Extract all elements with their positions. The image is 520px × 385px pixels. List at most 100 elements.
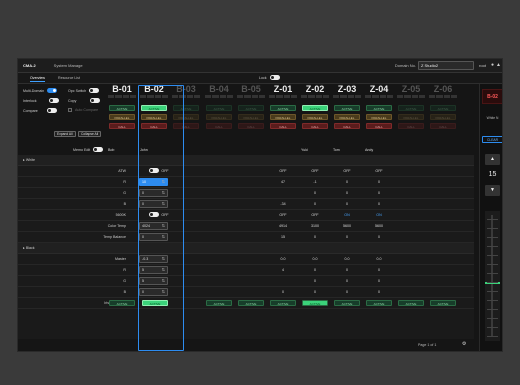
tab-resource-list[interactable]: Resource List (58, 76, 80, 80)
b02-active-button[interactable]: ACTIVE (142, 300, 168, 306)
channel-memo[interactable]: Yuki (301, 148, 308, 152)
parameter-grid: ▸ White ATW OFF OFF OFF OFF OFF R 10 ⇅ 47 -1 0 0 G 0 ⇅ 0… (18, 155, 474, 339)
b02-toggle-cell[interactable]: OFF (139, 212, 179, 217)
parallel-button[interactable]: PARALLEL (109, 114, 135, 120)
b02-value-input[interactable]: 5 ⇅ (139, 266, 168, 274)
active-button[interactable]: ACTIVE (366, 105, 392, 111)
bell-icon[interactable]: ▲ (496, 62, 501, 68)
opc-switch-toggle[interactable] (89, 88, 100, 93)
call-button[interactable]: CALL (398, 123, 424, 129)
active-button[interactable]: ACTIVE (430, 105, 456, 111)
channel-name[interactable]: B-03 (170, 84, 202, 95)
channel-name[interactable]: Z-03 (331, 84, 363, 95)
call-button[interactable]: CALL (206, 123, 232, 129)
auto-compare-checkbox[interactable] (68, 108, 72, 112)
call-button[interactable]: CALL (302, 123, 328, 129)
call-button[interactable]: CALL (334, 123, 360, 129)
b02-value-input[interactable]: 5 ⇅ (139, 277, 168, 285)
section-white[interactable]: ▸ White (18, 155, 474, 166)
active-button[interactable]: ACTIVE (302, 300, 328, 306)
channel-name[interactable]: B-02 (138, 84, 170, 95)
copy-toggle[interactable] (90, 98, 101, 103)
lock-toggle[interactable] (269, 75, 280, 80)
active-button[interactable]: ACTIVE (206, 105, 232, 111)
top-bar: CMA-2 System Manage Domain No. Z Studio2… (18, 59, 502, 73)
parallel-button[interactable]: PARALLEL (141, 114, 167, 120)
active-button[interactable]: ACTIVE (366, 300, 392, 306)
multi-domain-toggle[interactable] (47, 88, 58, 93)
down-arrow-button[interactable]: ▼ (485, 185, 500, 196)
up-arrow-button[interactable]: ▲ (485, 154, 500, 165)
copy-control: Copy (68, 98, 101, 103)
active-button[interactable]: ACTIVE (173, 105, 199, 111)
channel-memo[interactable]: Bob (108, 148, 114, 152)
fader[interactable] (485, 211, 500, 341)
channel-name[interactable]: B-01 (106, 84, 138, 95)
active-button[interactable]: ACTIVE (238, 105, 264, 111)
clear-button[interactable]: CLEAR (482, 136, 502, 143)
b02-value-input[interactable]: 0 ⇅ (139, 288, 168, 296)
active-button[interactable]: ACTIVE (334, 300, 360, 306)
active-button[interactable]: ACTIVE (141, 105, 167, 111)
active-button[interactable]: ACTIVE (109, 105, 135, 111)
active-button[interactable]: ACTIVE (302, 105, 328, 111)
param-label: ATW (118, 169, 126, 173)
active-button[interactable]: ACTIVE (270, 105, 296, 111)
active-button[interactable]: ACTIVE (334, 105, 360, 111)
channel-memo[interactable]: Andy (365, 148, 373, 152)
parallel-button[interactable]: PARALLEL (238, 114, 264, 120)
expand-all-button[interactable]: Expand All (54, 131, 76, 137)
channel-name[interactable]: Z-05 (395, 84, 427, 95)
b02-value-input[interactable]: 4024 ⇅ (139, 222, 168, 230)
param-value: 0 (346, 268, 348, 272)
call-button[interactable]: CALL (109, 123, 135, 129)
param-row: Temp Balance 0 ⇅ 15 0 0 0 (18, 232, 474, 243)
active-button[interactable]: ACTIVE (398, 300, 424, 306)
active-button[interactable]: ACTIVE (430, 300, 456, 306)
b02-value-input[interactable]: 10 ⇅ (139, 178, 168, 186)
gear-icon[interactable]: ⚙ (462, 341, 466, 347)
interlock-toggle[interactable] (48, 98, 59, 103)
channel-name[interactable]: Z-04 (363, 84, 395, 95)
call-button[interactable]: CALL (141, 123, 167, 129)
parallel-button[interactable]: PARALLEL (302, 114, 328, 120)
channel-memo[interactable]: Tom (333, 148, 340, 152)
active-button[interactable]: ACTIVE (270, 300, 296, 306)
parallel-button[interactable]: PARALLEL (173, 114, 199, 120)
user-icon[interactable]: ● (491, 62, 494, 68)
call-button[interactable]: CALL (173, 123, 199, 129)
parallel-button[interactable]: PARALLEL (206, 114, 232, 120)
b02-toggle-cell[interactable]: OFF (139, 168, 179, 173)
parallel-button[interactable]: PARALLEL (366, 114, 392, 120)
memo-edit-toggle[interactable] (93, 147, 104, 152)
active-button[interactable]: ACTIVE (109, 300, 135, 306)
b02-value-input[interactable]: -0.3 ⇅ (139, 255, 168, 263)
channel-name[interactable]: B-04 (203, 84, 235, 95)
system-manage-menu[interactable]: System Manage (54, 63, 83, 68)
tab-overview[interactable]: Overview (30, 76, 45, 82)
call-button[interactable]: CALL (366, 123, 392, 129)
active-button[interactable]: ACTIVE (398, 105, 424, 111)
user-name[interactable]: root (479, 63, 486, 68)
call-button[interactable]: CALL (270, 123, 296, 129)
active-button[interactable]: ACTIVE (206, 300, 232, 306)
parallel-button[interactable]: PARALLEL (398, 114, 424, 120)
call-button[interactable]: CALL (430, 123, 456, 129)
collapse-all-button[interactable]: Collapse All (78, 131, 102, 137)
active-button[interactable]: ACTIVE (238, 300, 264, 306)
parallel-button[interactable]: PARALLEL (270, 114, 296, 120)
domain-select[interactable]: Z Studio2 (418, 61, 474, 70)
call-button[interactable]: CALL (238, 123, 264, 129)
parallel-button[interactable]: PARALLEL (430, 114, 456, 120)
b02-value-input[interactable]: 0 ⇅ (139, 233, 168, 241)
channel-name[interactable]: Z-02 (299, 84, 331, 95)
section-black[interactable]: ▸ Black (18, 243, 474, 254)
channel-name[interactable]: Z-01 (267, 84, 299, 95)
channel-memo[interactable]: John (140, 148, 148, 152)
channel-name[interactable]: Z-06 (427, 84, 459, 95)
compare-toggle[interactable] (46, 108, 57, 113)
b02-value-input[interactable]: 0 ⇅ (139, 189, 168, 197)
parallel-button[interactable]: PARALLEL (334, 114, 360, 120)
b02-value-input[interactable]: 0 ⇅ (139, 200, 168, 208)
channel-name[interactable]: B-05 (235, 84, 267, 95)
